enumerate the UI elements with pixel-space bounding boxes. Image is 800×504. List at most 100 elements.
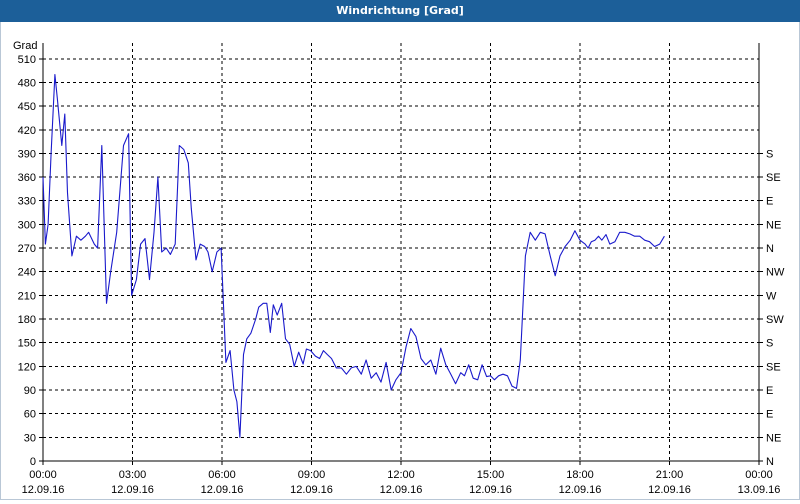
- data-point: [281, 303, 282, 304]
- data-point: [400, 372, 401, 373]
- data-point: [116, 232, 117, 233]
- data-point: [183, 149, 184, 150]
- right-axis-label: N: [766, 456, 774, 468]
- data-point: [395, 379, 396, 380]
- right-axis-label: NE: [766, 432, 781, 444]
- data-point: [545, 233, 546, 234]
- data-point: [289, 344, 290, 345]
- data-point: [123, 145, 124, 146]
- right-axis-label: NW: [766, 267, 785, 279]
- data-point: [191, 208, 192, 209]
- data-point: [591, 241, 592, 242]
- data-point: [48, 224, 49, 225]
- x-tick-date-label: 12.09.16: [22, 484, 65, 496]
- data-point: [246, 338, 247, 339]
- data-point: [128, 133, 129, 134]
- x-tick-date-label: 12.09.16: [559, 484, 602, 496]
- x-tick-date-label: 12.09.16: [111, 484, 154, 496]
- data-point: [366, 359, 367, 360]
- data-point: [714, 22, 715, 23]
- y-tick-label: 270: [18, 243, 36, 255]
- data-point: [153, 232, 154, 233]
- data-point: [303, 363, 304, 364]
- data-point: [376, 372, 377, 373]
- data-point: [724, 22, 725, 23]
- x-tick-time-label: 21:00: [656, 469, 684, 481]
- data-point: [473, 378, 474, 379]
- data-point: [42, 177, 43, 178]
- data-point: [455, 383, 456, 384]
- data-point: [654, 246, 655, 247]
- data-point: [699, 22, 700, 23]
- data-point: [669, 22, 670, 23]
- data-point: [559, 255, 560, 256]
- data-point: [94, 244, 95, 245]
- data-point: [51, 153, 52, 154]
- data-point: [440, 348, 441, 349]
- data-point: [266, 303, 267, 304]
- data-point: [535, 240, 536, 241]
- data-point: [450, 374, 451, 375]
- data-point: [236, 401, 237, 402]
- data-point: [71, 255, 72, 256]
- data-point: [101, 145, 102, 146]
- data-point: [336, 367, 337, 368]
- wind-direction-chart: 0 30 60 90 120 150 180 210 240 270 300 330 360 390 420…: [13, 22, 785, 496]
- data-point: [540, 232, 541, 233]
- data-point: [588, 248, 589, 249]
- data-point: [482, 364, 483, 365]
- y-tick-label: 480: [18, 77, 36, 89]
- data-point: [629, 233, 630, 234]
- y-tick-label: 60: [24, 409, 36, 421]
- data-point: [684, 22, 685, 23]
- y-tick-label: 300: [18, 219, 36, 231]
- data-point: [664, 236, 665, 237]
- data-point: [530, 232, 531, 233]
- data-point: [579, 240, 580, 241]
- data-point: [734, 22, 735, 23]
- data-point: [445, 364, 446, 365]
- data-point: [161, 251, 162, 252]
- data-point: [258, 307, 259, 308]
- data-point: [758, 22, 759, 23]
- data-point: [170, 254, 171, 255]
- data-point: [425, 364, 426, 365]
- data-point: [391, 389, 392, 390]
- data-point: [144, 238, 145, 239]
- data-point: [689, 22, 690, 23]
- x-tick-time-label: 09:00: [298, 469, 326, 481]
- data-point: [738, 22, 739, 23]
- right-axis-label: E: [766, 385, 773, 397]
- data-point: [255, 318, 256, 319]
- data-point: [679, 22, 680, 23]
- y-tick-label: 0: [30, 456, 36, 468]
- data-point: [319, 358, 320, 359]
- right-axis-label: E: [766, 409, 773, 421]
- data-point: [585, 244, 586, 245]
- right-axis-label: W: [766, 290, 777, 302]
- data-point: [644, 240, 645, 241]
- data-point: [570, 240, 571, 241]
- data-point: [704, 22, 705, 23]
- data-point: [239, 437, 240, 438]
- data-point: [744, 22, 745, 23]
- y-tick-label: 120: [18, 361, 36, 373]
- y-tick-label: 330: [18, 196, 36, 208]
- data-point: [298, 352, 299, 353]
- x-tick-time-label: 03:00: [119, 469, 147, 481]
- data-point: [477, 379, 478, 380]
- data-point: [341, 367, 342, 368]
- data-point: [179, 145, 180, 146]
- data-point: [435, 374, 436, 375]
- data-point: [550, 255, 551, 256]
- window-title: Windrichtung [Grad]: [0, 0, 800, 22]
- data-point: [97, 248, 98, 249]
- data-point: [380, 382, 381, 383]
- data-point: [356, 366, 357, 367]
- data-point: [351, 367, 352, 368]
- y-tick-label: 450: [18, 101, 36, 113]
- right-axis-label: NE: [766, 219, 781, 231]
- data-point: [273, 304, 274, 305]
- y-tick-label: 240: [18, 267, 36, 279]
- data-point: [88, 232, 89, 233]
